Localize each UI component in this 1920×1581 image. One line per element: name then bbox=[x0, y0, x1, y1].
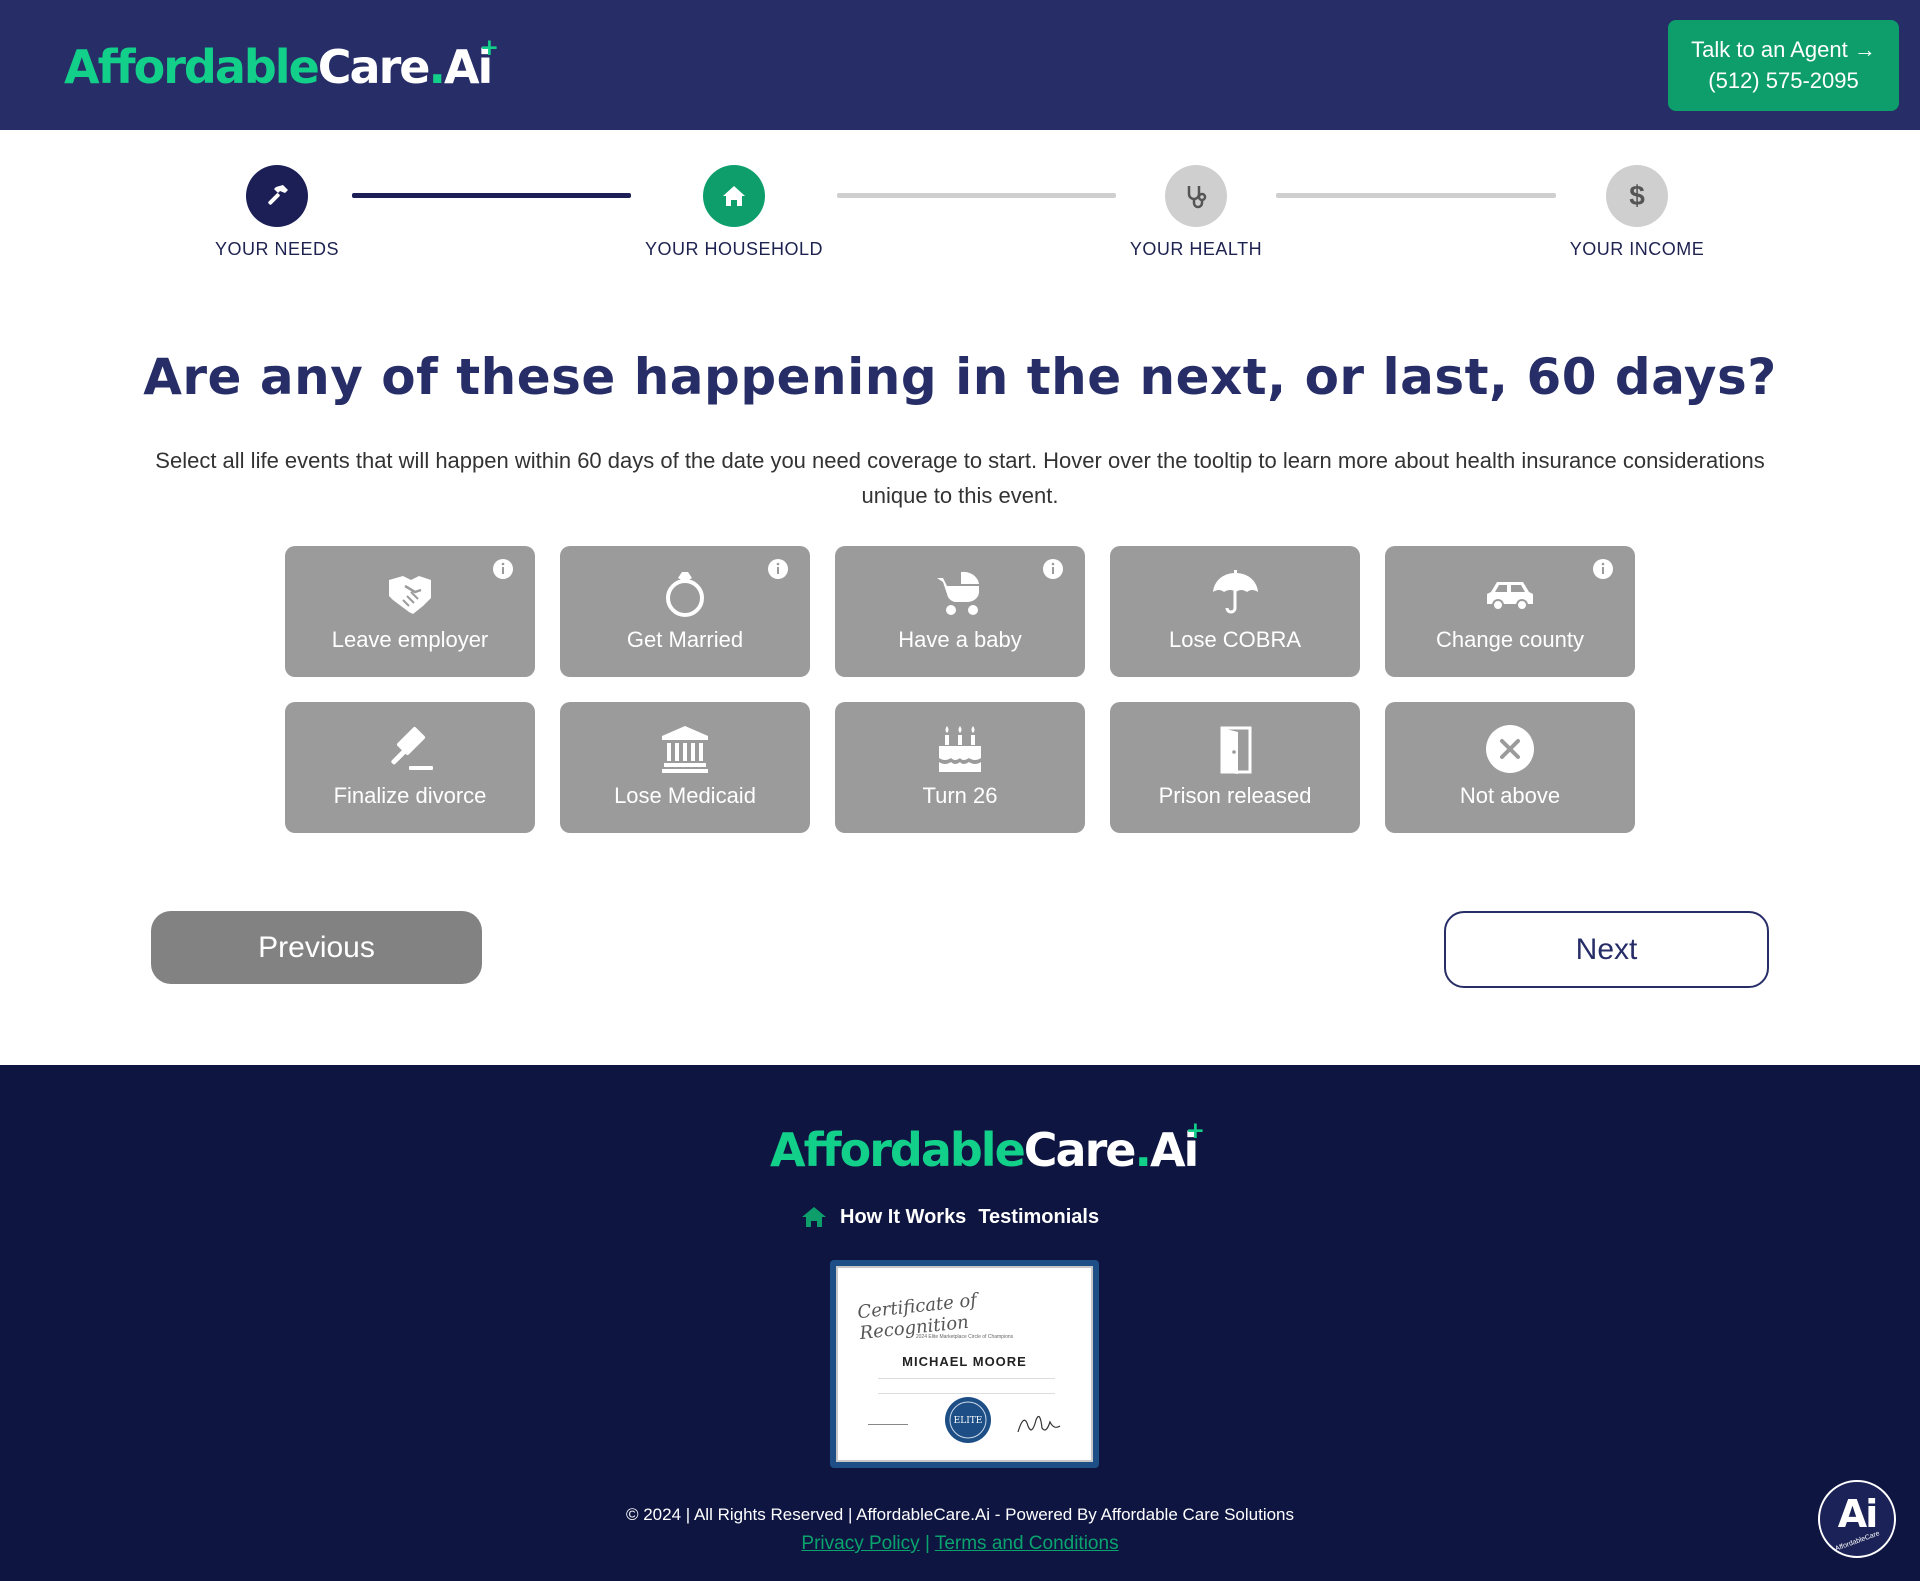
info-icon[interactable] bbox=[492, 558, 514, 580]
info-icon[interactable] bbox=[1042, 558, 1064, 580]
logo-part-affordable: Affordable bbox=[770, 1123, 1026, 1177]
privacy-policy-link[interactable]: Privacy Policy bbox=[801, 1533, 919, 1554]
step-needs[interactable] bbox=[246, 165, 308, 227]
legal-links: Privacy Policy | Terms and Conditions bbox=[0, 1533, 1920, 1555]
event-label: Not above bbox=[1459, 783, 1561, 808]
logo-ai: Ai + bbox=[444, 35, 499, 94]
agent-phone: (512) 575-2095 bbox=[1708, 68, 1859, 93]
footer-link-how-it-works[interactable]: How It Works bbox=[840, 1206, 966, 1229]
seal-icon: ELITE bbox=[945, 1397, 991, 1443]
certificate-image: Certificate of Recognition 2024 Elite Ma… bbox=[830, 1260, 1099, 1468]
logo-ai: Ai + bbox=[1150, 1118, 1205, 1177]
event-card-turn-26[interactable]: Turn 26 bbox=[835, 702, 1085, 833]
event-label: Have a baby bbox=[898, 627, 1022, 652]
signature-icon bbox=[1017, 1415, 1061, 1433]
logo-dot: . bbox=[1134, 1123, 1152, 1177]
step-label-needs: YOUR NEEDS bbox=[214, 239, 340, 259]
logo-plus-icon: + bbox=[479, 35, 499, 62]
copyright-text: © 2024 | All Rights Reserved | Affordabl… bbox=[625, 1505, 1295, 1524]
hammer-icon bbox=[268, 185, 288, 205]
event-card-lose-cobra[interactable]: Lose COBRA bbox=[1110, 546, 1360, 677]
door-icon bbox=[1220, 726, 1252, 774]
event-label: Prison released bbox=[1158, 783, 1312, 808]
terms-link[interactable]: Terms and Conditions bbox=[935, 1533, 1119, 1554]
step-connector-2 bbox=[837, 193, 1116, 198]
home-icon bbox=[723, 186, 745, 206]
bank-icon bbox=[662, 726, 708, 773]
gavel-icon bbox=[391, 726, 433, 770]
umbrella-icon bbox=[1213, 570, 1258, 614]
event-label: Turn 26 bbox=[922, 783, 998, 808]
handshake-icon bbox=[389, 576, 431, 614]
seal-text: ELITE bbox=[954, 1416, 983, 1426]
footer-logo[interactable]: AffordableCare.Ai + bbox=[770, 1118, 1205, 1177]
page-title: Are any of these happening in the next, … bbox=[143, 348, 1777, 406]
certificate-body-text bbox=[878, 1378, 1055, 1394]
step-health[interactable] bbox=[1165, 165, 1227, 227]
home-icon[interactable] bbox=[800, 1205, 828, 1229]
ring-icon bbox=[666, 572, 704, 617]
header: AffordableCare.Ai + Talk to an Agent → (5… bbox=[0, 0, 1920, 130]
event-card-have-a-baby[interactable]: Have a baby bbox=[835, 546, 1085, 677]
legal-separator: | bbox=[924, 1533, 930, 1554]
event-label: Get Married bbox=[626, 627, 744, 652]
footer: AffordableCare.Ai + How It Works Testimon… bbox=[0, 1065, 1920, 1581]
event-card-prison-released[interactable]: Prison released bbox=[1110, 702, 1360, 833]
logo-part-care: Care bbox=[317, 40, 431, 94]
step-label-health: YOUR HEALTH bbox=[1129, 239, 1263, 259]
step-income[interactable]: $ bbox=[1606, 165, 1668, 227]
step-household[interactable] bbox=[703, 165, 765, 227]
step-label-income: YOUR INCOME bbox=[1569, 239, 1705, 259]
step-connector-1 bbox=[352, 193, 631, 198]
car-icon bbox=[1487, 582, 1533, 611]
ai-badge-text: Ai bbox=[1837, 1492, 1878, 1536]
certificate-name: Michael Moore bbox=[902, 1354, 1027, 1369]
stethoscope-icon bbox=[1187, 186, 1207, 209]
certificate-date-line bbox=[868, 1424, 908, 1425]
agent-button-label: Talk to an Agent → bbox=[1691, 37, 1876, 62]
info-icon[interactable] bbox=[767, 558, 789, 580]
event-label: Leave employer bbox=[331, 627, 489, 652]
step-label-household: YOUR HOUSEHOLD bbox=[644, 239, 824, 259]
logo[interactable]: AffordableCare.Ai + bbox=[64, 35, 499, 94]
logo-part-care: Care bbox=[1023, 1123, 1137, 1177]
event-label: Finalize divorce bbox=[333, 783, 487, 808]
event-card-change-county[interactable]: Change county bbox=[1385, 546, 1635, 677]
page-subtitle: Select all life events that will happen … bbox=[155, 448, 1765, 508]
close-circle-icon bbox=[1486, 725, 1534, 773]
event-label: Lose COBRA bbox=[1168, 627, 1302, 652]
event-card-lose-medicaid[interactable]: Lose Medicaid bbox=[560, 702, 810, 833]
event-label: Lose Medicaid bbox=[614, 783, 756, 808]
logo-part-affordable: Affordable bbox=[64, 40, 320, 94]
baby-carriage-icon bbox=[937, 571, 979, 615]
next-button[interactable]: Next bbox=[1444, 911, 1769, 988]
ai-chat-badge[interactable]: Ai AffordableCare bbox=[1818, 1480, 1896, 1558]
event-card-finalize-divorce[interactable]: Finalize divorce bbox=[285, 702, 535, 833]
event-card-not-above[interactable]: Not above bbox=[1385, 702, 1635, 833]
certificate-frame: Certificate of Recognition 2024 Elite Ma… bbox=[836, 1266, 1093, 1462]
dollar-icon: $ bbox=[1629, 180, 1645, 211]
footer-link-testimonials[interactable]: Testimonials bbox=[978, 1206, 1099, 1229]
footer-nav: How It Works Testimonials bbox=[800, 1203, 1099, 1231]
certificate-subtitle: 2024 Elite Marketplace Circle of Champio… bbox=[915, 1334, 1014, 1340]
talk-to-agent-button[interactable]: Talk to an Agent → (512) 575-2095 bbox=[1668, 20, 1899, 111]
event-card-leave-employer[interactable]: Leave employer bbox=[285, 546, 535, 677]
logo-plus-icon: + bbox=[1185, 1118, 1205, 1145]
previous-button[interactable]: Previous bbox=[151, 911, 482, 984]
step-connector-3 bbox=[1276, 193, 1556, 198]
event-card-get-married[interactable]: Get Married bbox=[560, 546, 810, 677]
logo-dot: . bbox=[428, 40, 446, 94]
event-label: Change county bbox=[1436, 627, 1584, 652]
birthday-cake-icon bbox=[939, 726, 981, 772]
info-icon[interactable] bbox=[1592, 558, 1614, 580]
